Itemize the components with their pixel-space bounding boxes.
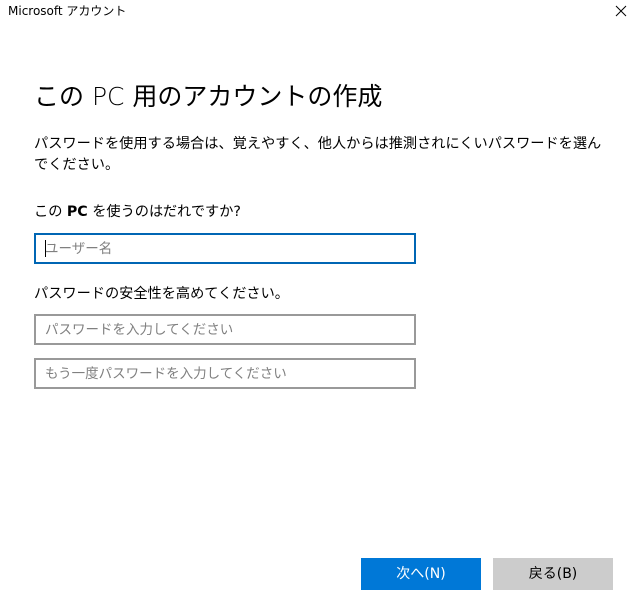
- page-title: この PC 用のアカウントの作成: [34, 82, 383, 111]
- close-icon: [615, 5, 627, 17]
- text-caret: [45, 240, 46, 257]
- username-question-prefix: この: [34, 204, 67, 220]
- username-question-pc: PC: [66, 204, 88, 220]
- window-title: Microsoft アカウント: [8, 4, 127, 18]
- username-input[interactable]: [34, 233, 416, 264]
- password-security-label: パスワードの安全性を高めてください。: [34, 286, 289, 302]
- username-question-label: この PC を使うのはだれですか?: [34, 202, 241, 222]
- confirm-password-input[interactable]: [34, 358, 416, 389]
- password-input[interactable]: [34, 314, 416, 345]
- page-description: パスワードを使用する場合は、覚えやすく、他人からは推測されにくいパスワードを選ん…: [34, 136, 602, 173]
- next-button[interactable]: 次へ(N): [361, 558, 481, 590]
- username-question-suffix: を使うのはだれですか?: [87, 204, 241, 220]
- close-button[interactable]: [598, 0, 644, 30]
- back-button[interactable]: 戻る(B): [493, 558, 613, 590]
